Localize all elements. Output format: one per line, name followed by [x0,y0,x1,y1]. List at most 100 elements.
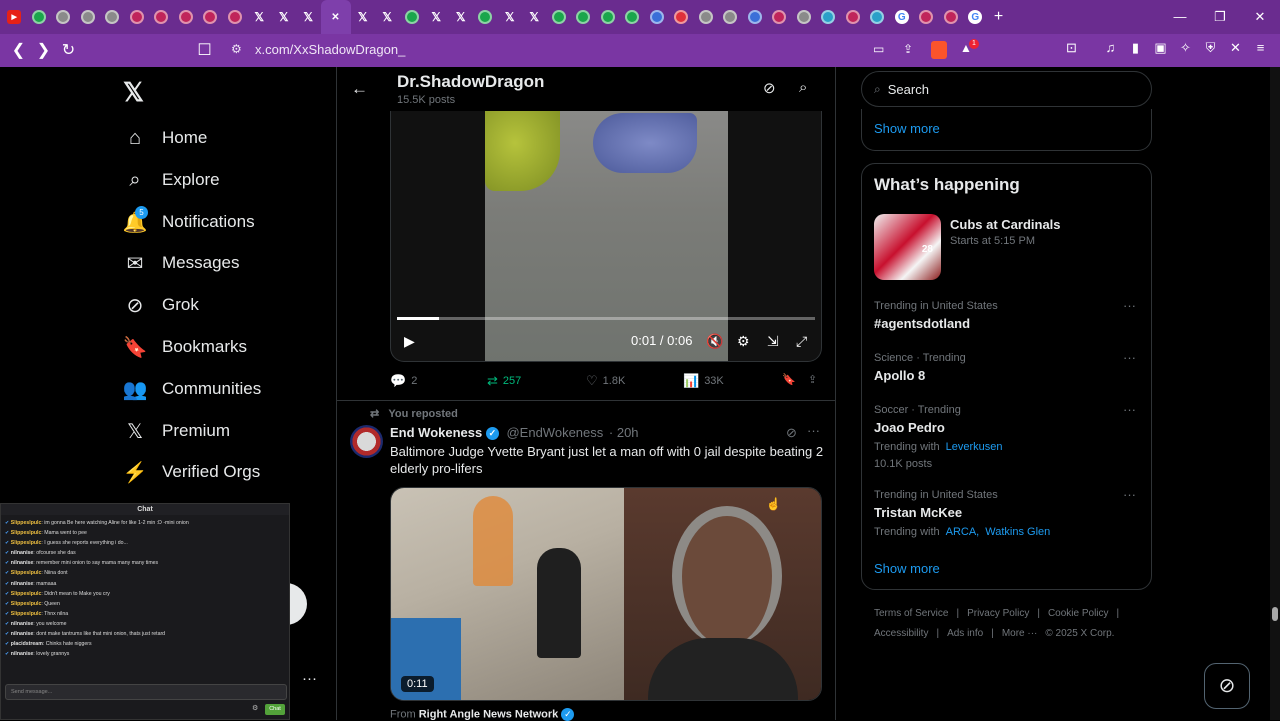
bookmark-page-icon[interactable]: ☐ [192,38,217,63]
browser-tab[interactable] [596,0,621,34]
forward-icon[interactable]: ❯ [31,38,56,63]
like-button[interactable]: ♡ 1.8K [586,373,625,389]
restore-icon[interactable]: ❐ [1200,0,1240,34]
footer-link[interactable]: Privacy Policy [967,608,1029,619]
chat-username[interactable]: nilnanise [11,550,34,556]
browser-tab[interactable]: 𝕏 [296,0,321,34]
extension-icon[interactable]: ✕ [1226,40,1245,56]
browser-tab[interactable] [816,0,841,34]
footer-link[interactable]: More ··· [1002,628,1038,639]
browser-tab[interactable] [400,0,425,34]
author-name[interactable]: End Wokeness [390,425,482,440]
trend-name[interactable]: Apollo 8 [874,368,925,383]
brave-shield-icon[interactable] [931,41,947,59]
chat-username[interactable]: Slippeslpulc [11,591,42,597]
nav-item-explore[interactable]: ⌕ Explore [123,165,219,195]
trend-related-link[interactable]: Watkins Glen [985,526,1050,538]
site-info-icon[interactable]: ⚙ [231,42,242,56]
scrollbar-thumb[interactable] [1272,607,1278,621]
source-name[interactable]: Right Angle News Network [419,708,559,720]
wallet-icon[interactable]: ▣ [1151,40,1170,56]
browser-tab[interactable] [547,0,572,34]
menu-icon[interactable]: ≡ [1251,40,1270,56]
browser-tab[interactable] [51,0,76,34]
nav-item-bookmarks[interactable]: 🔖 Bookmarks [123,332,247,362]
tweet-time[interactable]: · 20h [609,425,639,440]
browser-tab[interactable] [76,0,101,34]
chat-username[interactable]: Slippeslpulc [11,530,42,536]
browser-tab[interactable] [694,0,719,34]
url-field[interactable]: x.com/XxShadowDragon_ [255,42,405,57]
minimize-icon[interactable]: — [1160,0,1200,34]
browser-tab[interactable] [792,0,817,34]
trend-more-icon[interactable]: ··· [1123,402,1136,417]
browser-tab[interactable] [841,0,866,34]
more-options-icon[interactable]: ··· [807,423,820,438]
music-icon[interactable]: ♫ [1101,40,1120,56]
reply-button[interactable]: 💬 2 [390,373,417,389]
browser-tab[interactable] [100,0,125,34]
footer-link[interactable]: Terms of Service [874,608,948,619]
chat-username[interactable]: nilnanise [11,621,34,627]
browser-tab[interactable] [223,0,248,34]
show-more-link[interactable]: Show more [874,121,940,136]
browser-tab[interactable]: 𝕏 [351,0,376,34]
event-title[interactable]: Cubs at Cardinals [950,217,1061,232]
browser-tab[interactable]: 𝕏 [375,0,400,34]
browser-tab[interactable] [767,0,792,34]
nav-item-grok[interactable]: ⊘ Grok [123,290,199,320]
browser-tab[interactable]: 𝕏 [272,0,297,34]
browser-tab[interactable] [174,0,199,34]
footer-link[interactable]: Cookie Policy [1048,608,1109,619]
browser-tab[interactable]: 𝕏 [247,0,272,34]
nav-item-communities[interactable]: 👥 Communities [123,374,262,404]
browser-tab[interactable] [198,0,223,34]
footer-link[interactable]: © 2025 X Corp. [1045,628,1114,639]
chat-username[interactable]: nilnanise [11,631,34,637]
browser-tab[interactable]: G [963,0,988,34]
settings-icon[interactable]: ⚙ [737,333,750,350]
browser-tab[interactable] [865,0,890,34]
back-icon[interactable]: ❮ [6,38,31,63]
trend-related-link[interactable]: ARCA, [946,526,980,538]
x-logo-icon[interactable]: 𝕏 [123,77,144,108]
fullscreen-icon[interactable]: ⤢ [796,333,807,350]
trend-more-icon[interactable]: ··· [1123,298,1136,313]
show-more-link-2[interactable]: Show more [874,561,940,576]
trend-more-icon[interactable]: ··· [1123,350,1136,365]
browser-tab[interactable]: G [890,0,915,34]
chat-input[interactable]: Send message... [5,684,287,700]
browser-tab[interactable]: 𝕏 [498,0,523,34]
event-thumbnail[interactable]: 28 [874,214,941,280]
chat-username[interactable]: nilnanise [11,651,34,657]
author-handle[interactable]: @EndWokeness [506,425,603,440]
back-arrow-icon[interactable]: ← [351,79,368,99]
nav-item-notifications[interactable]: 🔔 5 Notifications [123,206,255,237]
views-button[interactable]: 📊 33K [683,373,724,389]
bookmark-icon[interactable]: 🔖 [782,373,796,386]
chat-username[interactable]: nilnanise [11,581,34,587]
browser-tab[interactable]: 𝕏 [522,0,547,34]
grok-floating-button[interactable]: ⊘ [1204,663,1250,709]
browser-tab[interactable] [473,0,498,34]
chat-username[interactable]: Slippeslpulc [11,570,42,576]
browser-tab[interactable]: ✕ [320,0,351,34]
grok-header-icon[interactable]: ⊘ [763,79,776,97]
chat-username[interactable]: Slippeslpulc [11,540,42,546]
chat-username[interactable]: placidstream [11,641,43,647]
close-window-icon[interactable]: ✕ [1240,0,1280,34]
chat-username[interactable]: Slippeslpulc [11,601,42,607]
chat-send-button[interactable]: Chat [265,704,285,715]
cast-icon[interactable]: ▭ [873,42,884,56]
browser-tab[interactable] [718,0,743,34]
trend-name[interactable]: Joao Pedro [874,420,945,435]
share-icon[interactable]: ⇪ [903,42,913,56]
nav-item-messages[interactable]: ✉ Messages [123,248,240,278]
browser-tab[interactable] [571,0,596,34]
repost-button[interactable]: ⇄ 257 [487,373,521,389]
play-icon[interactable]: ▶ [404,333,415,350]
account-more-icon[interactable]: ··· [302,670,317,687]
nav-item-premium[interactable]: 𝕏 Premium [123,416,230,446]
browser-tab[interactable] [669,0,694,34]
vpn-icon[interactable]: ⛨ [1201,40,1220,56]
